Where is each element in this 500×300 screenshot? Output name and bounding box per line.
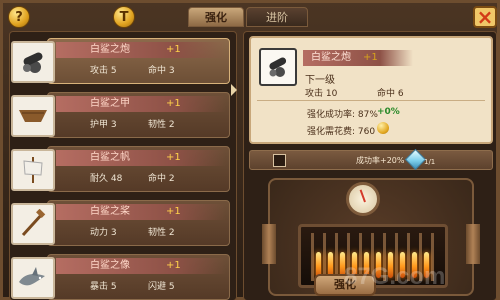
item-stat-2: 韧性 2 <box>148 228 175 238</box>
top-bar: ? T 强化 进阶 × <box>3 3 500 31</box>
item-stat-2: 命中 2 <box>148 174 175 184</box>
item-name: 白鲨之像 <box>56 258 226 274</box>
item-plus: +1 <box>166 206 181 217</box>
enhance-panel: 白鲨之炮 +1 下一级 攻击 10 命中 6 强化成功率: 87% +0% 强化… <box>243 31 497 300</box>
gem-count: 1/1 <box>424 158 436 166</box>
item-plus: +1 <box>166 44 181 55</box>
item-plus: +1 <box>166 152 181 163</box>
detail-divider <box>257 100 485 101</box>
item-stat-2: 闪避 5 <box>148 282 175 292</box>
tab-enhance[interactable]: 强化 <box>188 7 244 27</box>
detail-item-plus: +1 <box>363 52 378 63</box>
cannon-icon <box>259 48 297 86</box>
item-stat-1: 护甲 3 <box>90 120 117 130</box>
pipe-right <box>466 224 480 264</box>
pressure-gauge-icon <box>346 182 380 216</box>
slot-success-rate: 成功率+20% <box>356 156 405 165</box>
shark-figurehead-icon <box>11 257 55 299</box>
item-name: 白鲨之炮 <box>56 42 226 58</box>
close-button[interactable]: × <box>473 6 497 28</box>
tab-bar: 强化 进阶 <box>188 7 308 27</box>
help-button[interactable]: ? <box>8 6 30 28</box>
game-window: ? T 强化 进阶 × 白鲨之炮 +1 攻击 5 命中 3 白鲨之甲 +1 护甲… <box>0 0 500 300</box>
currency-button[interactable]: T <box>113 6 135 28</box>
selection-arrow <box>231 84 237 96</box>
gauge-needle <box>359 189 366 203</box>
detail-stat-2: 命中 6 <box>377 89 404 99</box>
rate-delta: +0% <box>377 107 400 117</box>
equipment-list: 白鲨之炮 +1 攻击 5 命中 3 白鲨之甲 +1 护甲 3 韧性 2 白鲨之帆… <box>9 31 237 300</box>
equipment-item-sail[interactable]: 白鲨之帆 +1 耐久 48 命中 2 <box>11 146 230 192</box>
item-stat-1: 攻击 5 <box>90 66 117 76</box>
ship-hull-icon <box>11 95 55 137</box>
equipment-item-oar[interactable]: 白鲨之桨 +1 动力 3 韧性 2 <box>11 200 230 246</box>
equipment-item-figurehead[interactable]: 白鲨之像 +1 暴击 5 闪避 5 <box>11 254 230 300</box>
item-name: 白鲨之甲 <box>56 96 226 112</box>
enhance-cost: 强化需花费: 760 <box>307 127 376 137</box>
item-plus: +1 <box>166 98 181 109</box>
cannon-icon <box>11 41 55 83</box>
diamond-icon <box>404 148 427 171</box>
sail-icon <box>11 149 55 191</box>
item-stat-1: 暴击 5 <box>90 282 117 292</box>
success-rate: 强化成功率: 87% <box>307 110 378 120</box>
item-stat-2: 命中 3 <box>148 66 175 76</box>
equipment-item-armor[interactable]: 白鲨之甲 +1 护甲 3 韧性 2 <box>11 92 230 138</box>
site-watermark: 87G.com <box>344 263 446 290</box>
tab-advance[interactable]: 进阶 <box>246 7 308 27</box>
gold-coin-icon <box>377 122 389 134</box>
grill-bar <box>311 233 314 281</box>
material-slot[interactable] <box>273 154 286 167</box>
oars-icon <box>11 203 55 245</box>
item-name: 白鲨之桨 <box>56 204 226 220</box>
enhancement-slot-bar: 成功率+20% 1/1 <box>249 148 493 171</box>
item-plus: +1 <box>166 260 181 271</box>
item-stat-1: 耐久 48 <box>90 174 123 184</box>
detail-stat-1: 攻击 10 <box>305 89 338 99</box>
item-name: 白鲨之帆 <box>56 150 226 166</box>
pipe-left <box>262 224 276 264</box>
next-level-label: 下一级 <box>305 75 335 86</box>
equipment-item-cannon[interactable]: 白鲨之炮 +1 攻击 5 命中 3 <box>11 38 230 84</box>
detail-item-name: 白鲨之炮 <box>303 50 413 66</box>
item-stat-1: 动力 3 <box>90 228 117 238</box>
item-stat-2: 韧性 2 <box>148 120 175 130</box>
item-detail-card: 白鲨之炮 +1 下一级 攻击 10 命中 6 强化成功率: 87% +0% 强化… <box>249 36 493 144</box>
